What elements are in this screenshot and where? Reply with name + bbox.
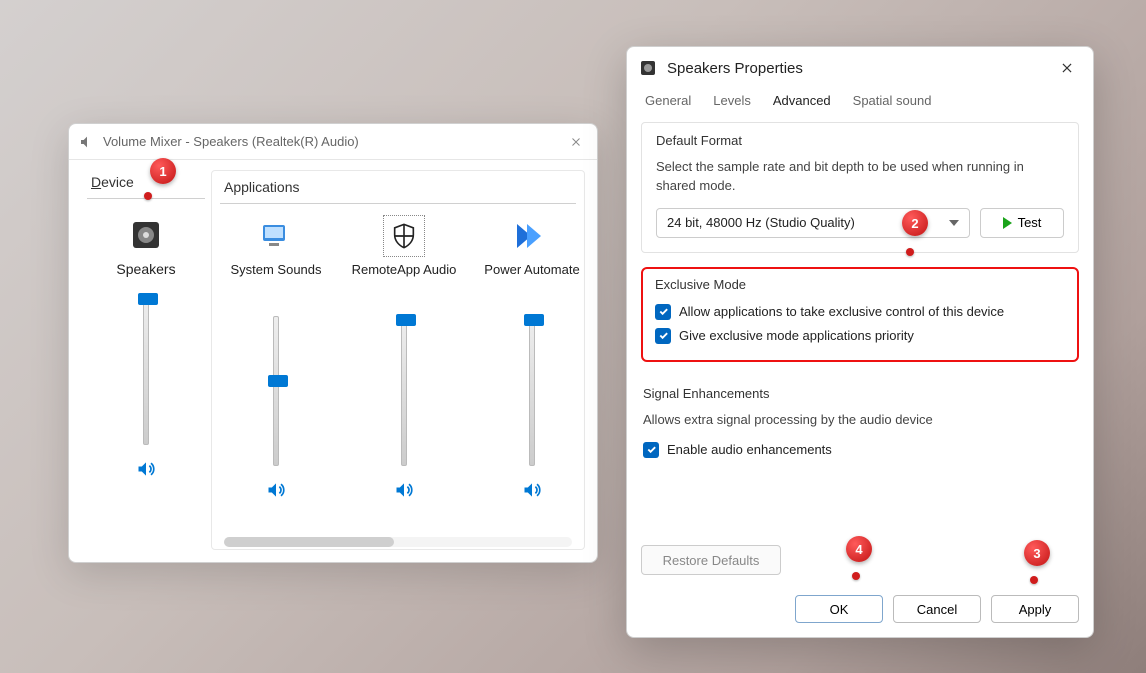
device-speakers-icon [126, 215, 166, 255]
default-format-help: Select the sample rate and bit depth to … [656, 158, 1064, 196]
checkbox-checked-icon[interactable] [655, 328, 671, 344]
ok-button[interactable]: OK [795, 595, 883, 623]
restore-defaults-button[interactable]: Restore Defaults [641, 545, 781, 575]
exclusive-priority-option[interactable]: Give exclusive mode applications priorit… [655, 324, 1065, 348]
tab-levels[interactable]: Levels [709, 89, 755, 112]
exclusive-priority-label: Give exclusive mode applications priorit… [679, 328, 914, 343]
applications-column: Applications System Sounds [211, 170, 585, 550]
signal-help: Allows extra signal processing by the au… [643, 411, 1077, 430]
test-button-label: Test [1018, 215, 1042, 230]
app-label: Power Automate [484, 262, 579, 298]
mute-icon[interactable] [394, 480, 414, 505]
app-label: RemoteApp Audio [352, 262, 457, 298]
app-volume-slider[interactable] [522, 316, 542, 505]
exclusive-mode-group: Exclusive Mode Allow applications to tak… [641, 267, 1079, 362]
annotation-tail [144, 192, 152, 200]
tab-advanced[interactable]: Advanced [769, 89, 835, 112]
volume-mixer-title: Volume Mixer - Speakers (Realtek(R) Audi… [103, 134, 565, 149]
enable-enhancements-label: Enable audio enhancements [667, 442, 832, 457]
annotation-badge-2: 2 [902, 210, 928, 236]
annotation-badge-4: 4 [846, 536, 872, 562]
default-format-group: Default Format Select the sample rate an… [641, 122, 1079, 253]
device-item-speakers[interactable]: Speakers [81, 209, 211, 484]
annotation-badge-3: 3 [1024, 540, 1050, 566]
properties-content: Default Format Select the sample rate an… [627, 112, 1093, 539]
annotation-badge-1: 1 [150, 158, 176, 184]
app-label: System Sounds [230, 262, 321, 298]
shield-icon [384, 216, 424, 256]
power-automate-icon [512, 216, 552, 256]
volume-mixer-titlebar: Volume Mixer - Speakers (Realtek(R) Audi… [69, 124, 597, 160]
tab-spatial-sound[interactable]: Spatial sound [849, 89, 936, 112]
cancel-button[interactable]: Cancel [893, 595, 981, 623]
signal-title: Signal Enhancements [643, 386, 1077, 401]
speakers-icon [639, 59, 657, 77]
app-remoteapp-audio[interactable]: RemoteApp Audio [340, 210, 468, 549]
speaker-icon [79, 134, 95, 150]
chevron-down-icon [949, 220, 959, 226]
tabs: General Levels Advanced Spatial sound [627, 89, 1093, 112]
exclusive-mode-title: Exclusive Mode [655, 277, 1065, 292]
exclusive-control-option[interactable]: Allow applications to take exclusive con… [655, 300, 1065, 324]
test-button[interactable]: Test [980, 208, 1064, 238]
checkbox-checked-icon[interactable] [643, 442, 659, 458]
signal-enhancements-group: Signal Enhancements Allows extra signal … [641, 376, 1079, 476]
device-column: Device Speakers [81, 170, 211, 550]
app-volume-slider[interactable] [266, 316, 286, 505]
default-format-title: Default Format [656, 133, 1064, 148]
mute-icon[interactable] [522, 480, 542, 505]
mute-icon[interactable] [266, 480, 286, 505]
app-volume-slider[interactable] [394, 316, 414, 505]
properties-titlebar: Speakers Properties [627, 47, 1093, 89]
applications-row: System Sounds RemoteApp Audio [212, 210, 584, 549]
apply-button[interactable]: Apply [991, 595, 1079, 623]
mute-icon[interactable] [136, 459, 156, 484]
app-system-sounds[interactable]: System Sounds [212, 210, 340, 549]
applications-section-title: Applications [220, 175, 576, 204]
device-volume-slider[interactable] [136, 295, 156, 484]
device-label: Speakers [116, 261, 175, 277]
exclusive-control-label: Allow applications to take exclusive con… [679, 304, 1004, 319]
app-power-automate[interactable]: Power Automate [468, 210, 585, 549]
volume-mixer-body: Device Speakers Applications [69, 160, 597, 562]
horizontal-scrollbar[interactable] [224, 537, 572, 547]
checkbox-checked-icon[interactable] [655, 304, 671, 320]
tab-general[interactable]: General [641, 89, 695, 112]
enable-enhancements-option[interactable]: Enable audio enhancements [643, 438, 1077, 462]
close-icon[interactable] [1053, 54, 1081, 82]
sample-rate-value: 24 bit, 48000 Hz (Studio Quality) [667, 215, 855, 230]
play-icon [1003, 217, 1012, 229]
volume-mixer-window: Volume Mixer - Speakers (Realtek(R) Audi… [68, 123, 598, 563]
close-icon[interactable] [565, 131, 587, 153]
annotation-tail [906, 248, 914, 256]
annotation-tail [852, 572, 860, 580]
annotation-tail [1030, 576, 1038, 584]
properties-title: Speakers Properties [667, 60, 1053, 77]
system-sounds-icon [256, 216, 296, 256]
